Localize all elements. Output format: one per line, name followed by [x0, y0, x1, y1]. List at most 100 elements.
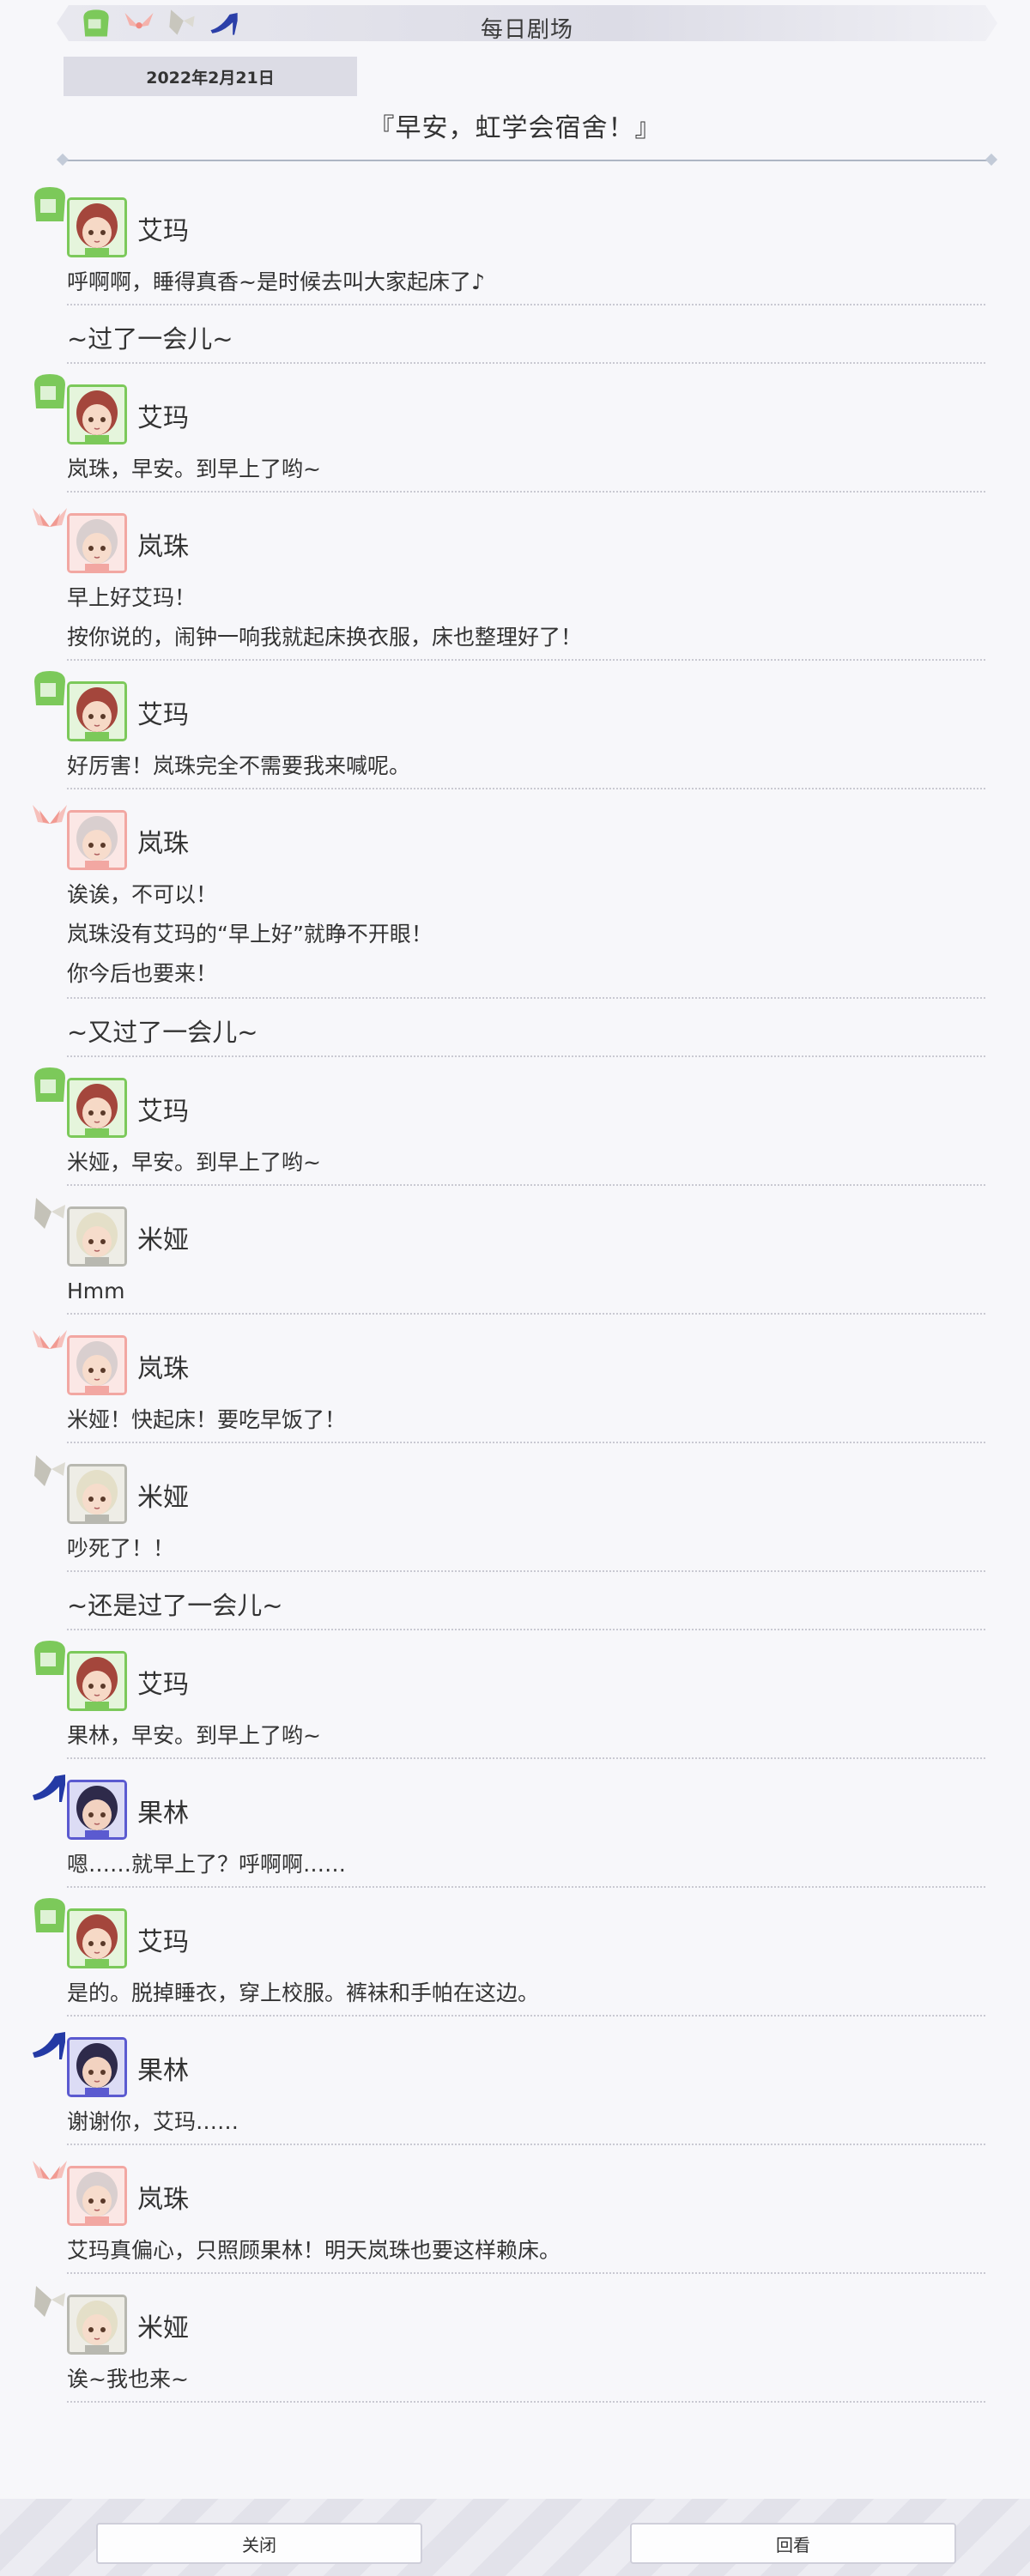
dialogue-lines: 艾玛真偏心，只照顾果林！明天岚珠也要这样赖床。 — [67, 2231, 978, 2271]
dialogue-row: 艾玛呼啊啊，睡得真香~是时候去叫大家起床了♪ — [0, 177, 1030, 305]
dialogue-line: 果林，早安。到早上了哟~ — [67, 1723, 321, 1748]
dialogue-line: 嗯……就早上了？呼啊啊…… — [67, 1852, 347, 1877]
avatar — [67, 2037, 127, 2097]
avatar — [67, 1464, 127, 1524]
dialogue-lines: 诶~我也来~ — [67, 2360, 978, 2399]
dialogue-row: 果林谢谢你，艾玛…… — [0, 2017, 1030, 2145]
dialogue-line: 你今后也要来！ — [67, 961, 218, 986]
speaker-name: 艾玛 — [137, 1097, 189, 1127]
bread-icon — [29, 668, 70, 709]
header-unit-icons — [77, 3, 244, 41]
ribbon-icon — [29, 1450, 70, 1491]
dialogue-line: 呼啊啊，睡得真香~是时候去叫大家起床了♪ — [67, 269, 485, 294]
avatar — [67, 1206, 127, 1267]
dialogue-row: 果林嗯……就早上了？呼啊啊…… — [0, 1759, 1030, 1888]
ribbon-icon — [29, 2281, 70, 2322]
narration-row: ~过了一会儿~ — [0, 305, 1030, 364]
high-heel-icon — [210, 13, 238, 35]
dialogue-row: 艾玛米娅，早安。到早上了哟~ — [0, 1057, 1030, 1186]
bread-icon — [29, 1895, 70, 1936]
avatar — [67, 681, 127, 741]
dialogue-line: 米娅！快起床！要吃早饭了！ — [67, 1407, 347, 1432]
dialogue-line: 岚珠，早安。到早上了哟~ — [67, 457, 321, 481]
avatar — [67, 810, 127, 870]
narration-row: ~还是过了一会儿~ — [0, 1572, 1030, 1630]
dialogue-line: 好厉害！岚珠完全不需要我来喊呢。 — [67, 753, 411, 778]
bread-icon — [29, 1064, 70, 1105]
speaker-name: 艾玛 — [137, 700, 189, 730]
avatar — [67, 197, 127, 257]
dialogue-line: 按你说的，闹钟一响我就起床换衣服，床也整理好了！ — [67, 625, 583, 650]
dialogue-line: 早上好艾玛！ — [67, 585, 197, 610]
title-divider — [67, 160, 987, 161]
dialogue-lines: 呼啊啊，睡得真香~是时候去叫大家起床了♪ — [67, 263, 978, 302]
wings-icon — [29, 1321, 70, 1363]
avatar — [67, 1651, 127, 1711]
close-button[interactable]: 关闭 — [96, 2523, 422, 2564]
speaker-name: 岚珠 — [137, 2185, 189, 2215]
speaker-name: 岚珠 — [137, 1354, 189, 1384]
dialogue-lines: Hmm — [67, 1272, 978, 1311]
dialogue-line: Hmm — [67, 1279, 125, 1303]
bread-icon — [83, 9, 109, 37]
dialogue-lines: 谢谢你，艾玛…… — [67, 2102, 978, 2142]
dialogue-line: 诶诶，不可以！ — [67, 882, 218, 907]
speaker-name: 米娅 — [137, 1483, 189, 1513]
speaker-name: 岚珠 — [137, 829, 189, 859]
wings-icon — [29, 499, 70, 541]
dialogue-lines: 岚珠，早安。到早上了哟~ — [67, 450, 978, 489]
avatar — [67, 1078, 127, 1138]
date-label: 2022年2月21日 — [64, 57, 357, 96]
bread-icon — [29, 371, 70, 412]
narration-text: ~还是过了一会儿~ — [67, 1591, 283, 1620]
narration-row: ~又过了一会儿~ — [0, 999, 1030, 1057]
speaker-name: 艾玛 — [137, 1670, 189, 1700]
dialogue-row: 米娅 Hmm — [0, 1186, 1030, 1315]
dialogue-row: 艾玛果林，早安。到早上了哟~ — [0, 1630, 1030, 1759]
speaker-name: 艾玛 — [137, 216, 189, 246]
high-heel-icon — [29, 1766, 70, 1807]
speaker-name: 米娅 — [137, 2313, 189, 2343]
dialogue-lines: 果林，早安。到早上了哟~ — [67, 1716, 978, 1756]
avatar — [67, 384, 127, 444]
dialogue-list[interactable]: 艾玛 呼啊啊，睡得真香~是时候去叫大家起床了♪ ~过了一会儿~ 艾玛 岚珠，早安。到早上… — [0, 177, 1030, 2403]
wings-icon — [29, 796, 70, 838]
dialogue-line: 吵死了！！ — [67, 1536, 175, 1561]
dialogue-line: 艾玛真偏心，只照顾果林！明天岚珠也要这样赖床。 — [67, 2238, 561, 2263]
avatar — [67, 2295, 127, 2355]
wings-icon — [29, 2152, 70, 2193]
dialogue-lines: 诶诶，不可以！ 岚珠没有艾玛的“早上好”就睁不开眼！ 你今后也要来！ — [67, 875, 978, 994]
dialogue-row: 艾玛岚珠，早安。到早上了哟~ — [0, 364, 1030, 493]
dialogue-lines: 米娅！快起床！要吃早饭了！ — [67, 1400, 978, 1440]
dialogue-row: 岚珠早上好艾玛！ 按你说的，闹钟一响我就起床换衣服，床也整理好了！ — [0, 493, 1030, 661]
dialogue-lines: 吵死了！！ — [67, 1529, 978, 1569]
speaker-name: 艾玛 — [137, 403, 189, 433]
avatar — [67, 1780, 127, 1840]
speaker-name: 艾玛 — [137, 1927, 189, 1957]
speaker-name: 果林 — [137, 1799, 189, 1829]
avatar — [67, 1908, 127, 1968]
avatar — [67, 2166, 127, 2226]
dialogue-row: 岚珠米娅！快起床！要吃早饭了！ — [0, 1315, 1030, 1443]
narration-text: ~过了一会儿~ — [67, 324, 233, 354]
ribbon-icon — [29, 1193, 70, 1234]
dialogue-row: 米娅诶~我也来~ — [0, 2274, 1030, 2403]
dialogue-line: 谢谢你，艾玛…… — [67, 2109, 239, 2134]
dialogue-lines: 早上好艾玛！ 按你说的，闹钟一响我就起床换衣服，床也整理好了！ — [67, 578, 978, 657]
speaker-name: 果林 — [137, 2056, 189, 2086]
ribbon-icon — [169, 9, 195, 35]
dialogue-lines: 好厉害！岚珠完全不需要我来喊呢。 — [67, 747, 978, 786]
wings-icon — [124, 13, 154, 29]
dialogue-row: 艾玛好厉害！岚珠完全不需要我来喊呢。 — [0, 661, 1030, 789]
speaker-name: 米娅 — [137, 1225, 189, 1255]
avatar — [67, 513, 127, 573]
daily-theater-screen: { "header": { "title": "每日剧场", "icons": … — [0, 0, 1030, 2576]
dialogue-line: 岚珠没有艾玛的“早上好”就睁不开眼！ — [67, 922, 433, 946]
speaker-name: 岚珠 — [137, 532, 189, 562]
review-button[interactable]: 回看 — [630, 2523, 956, 2564]
dialogue-line: 是的。脱掉睡衣，穿上校服。裤袜和手帕在这边。 — [67, 1980, 540, 2005]
dialogue-line: 诶~我也来~ — [67, 2367, 189, 2392]
high-heel-icon — [29, 2023, 70, 2065]
dialogue-line: 米娅，早安。到早上了哟~ — [67, 1150, 321, 1175]
dialogue-lines: 是的。脱掉睡衣，穿上校服。裤袜和手帕在这边。 — [67, 1974, 978, 2013]
